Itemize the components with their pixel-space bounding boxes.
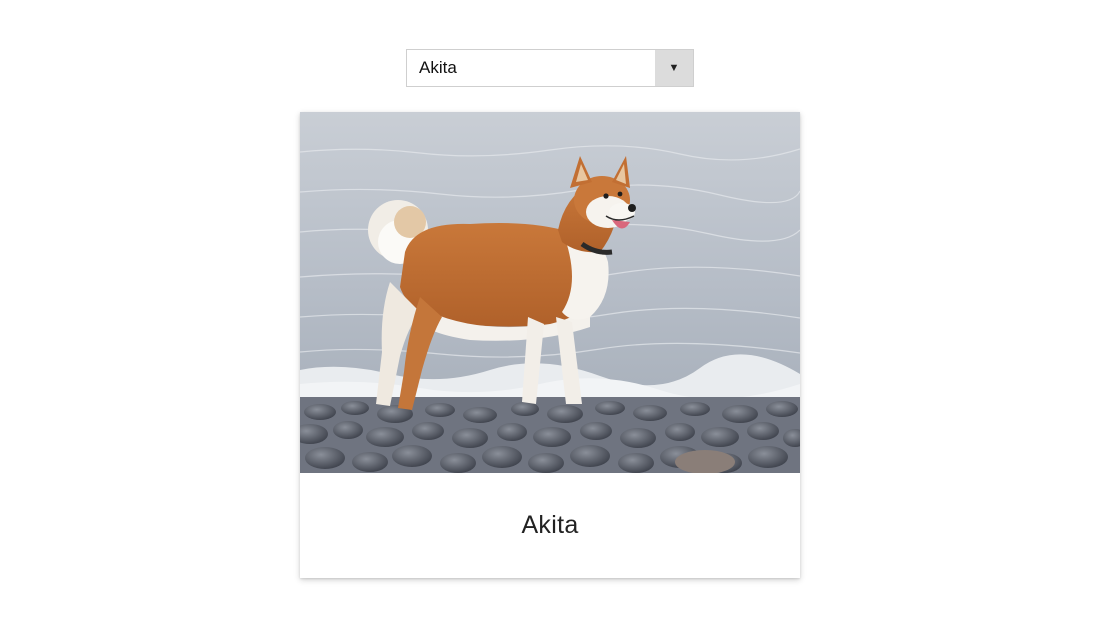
breed-select-value[interactable]: Akita — [407, 50, 655, 86]
breed-select[interactable]: Akita ▼ — [406, 49, 694, 87]
breed-card: Akita — [300, 112, 800, 578]
chevron-down-icon[interactable]: ▼ — [655, 50, 693, 86]
breed-caption: Akita — [521, 511, 579, 539]
dog-photo — [300, 112, 800, 473]
page: Akita ▼ Akita — [0, 0, 1102, 637]
